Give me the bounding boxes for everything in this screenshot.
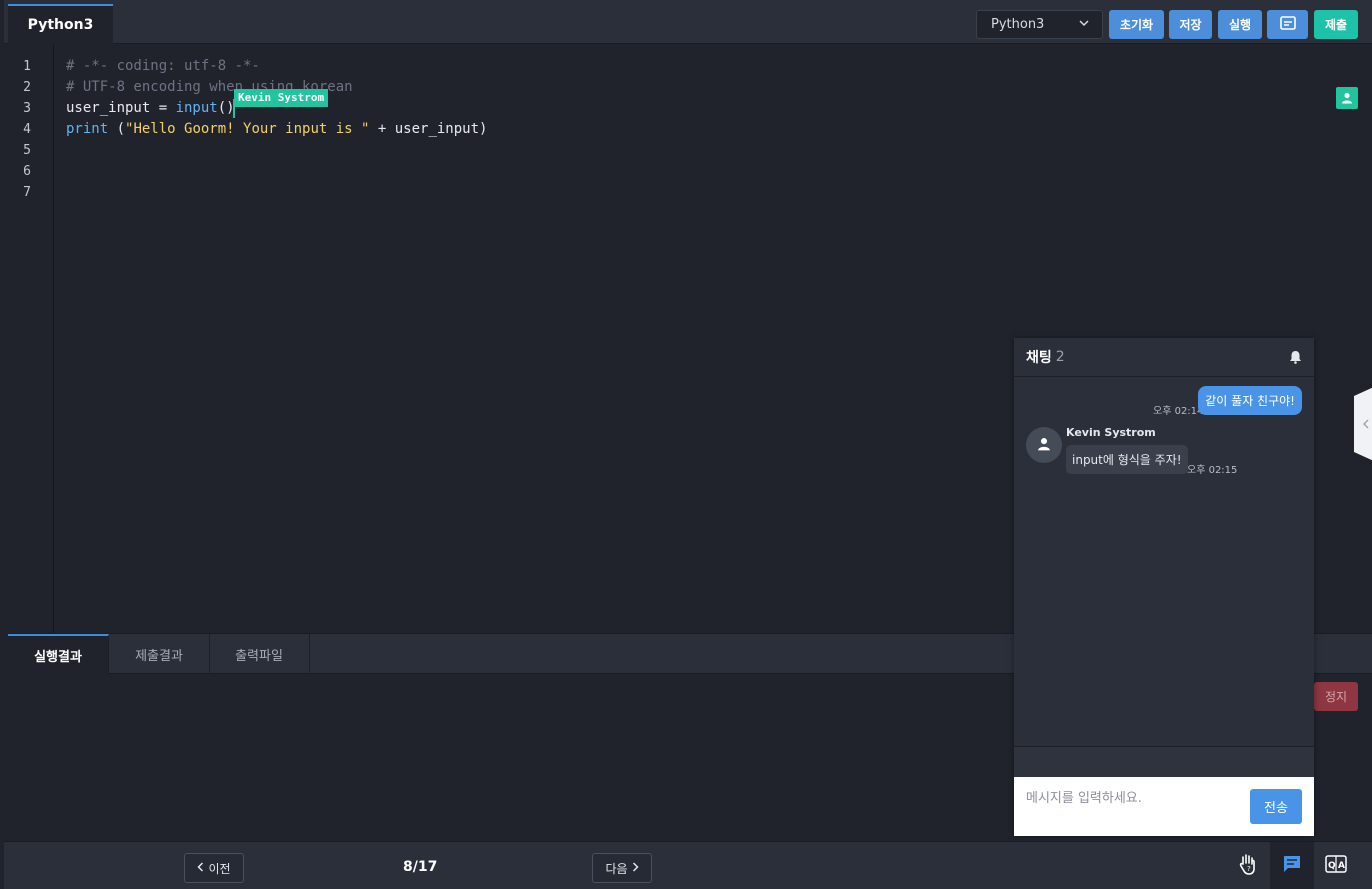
user-icon <box>1037 436 1051 455</box>
message-sender: Kevin Systrom <box>1066 426 1156 439</box>
code-token: ( <box>108 121 126 137</box>
chat-panel: 채팅 2 오후 02:14 같이 풀자 친구야! Kevin Systrom i… <box>1014 338 1314 836</box>
chat-icon <box>1282 855 1302 877</box>
chat-count: 2 <box>1055 349 1065 365</box>
line-number: 7 <box>23 185 31 200</box>
message-time: 오후 02:14 <box>1153 406 1204 417</box>
chat-title: 채팅 <box>1026 350 1052 366</box>
chat-toggle-button[interactable] <box>1270 842 1314 889</box>
chevron-right-icon <box>632 861 639 875</box>
chat-message-other: input에 형식을 주자! <box>1066 445 1188 474</box>
line-number: 5 <box>23 143 31 158</box>
prev-label: 이전 <box>208 861 231 876</box>
language-select[interactable]: Python3 <box>976 10 1103 39</box>
line-number: 4 <box>23 122 31 137</box>
code-token: + user_input) <box>369 121 488 137</box>
avatar <box>1026 427 1062 463</box>
chat-header: 채팅 2 <box>1014 338 1314 377</box>
tab-submit-result[interactable]: 제출결과 <box>109 634 210 674</box>
ide-app: Python3 Python3 초기화 저장 실행 제출 1 2 3 4 5 6… <box>0 0 1372 889</box>
svg-text:?: ? <box>1247 865 1251 873</box>
remote-cursor-label: Kevin Systrom <box>234 89 329 107</box>
code-token: user_input = <box>66 100 176 116</box>
bell-icon[interactable] <box>1289 350 1302 368</box>
chevron-left-icon <box>197 861 204 875</box>
chat-input-placeholder[interactable]: 메시지를 입력하세요. <box>1026 787 1142 806</box>
chat-message-mine: 같이 풀자 친구야! <box>1198 386 1302 415</box>
chat-input-area[interactable]: 메시지를 입력하세요. 전송 <box>1014 777 1314 836</box>
chevron-down-icon <box>1079 18 1089 31</box>
tab-run-result[interactable]: 실행결과 <box>8 634 109 674</box>
next-label: 다음 <box>605 861 628 876</box>
message-time: 오후 02:15 <box>1187 465 1238 476</box>
line-number: 1 <box>23 59 31 74</box>
collaborator-avatar[interactable] <box>1336 87 1358 109</box>
line-number: 3 <box>23 101 31 116</box>
qa-button[interactable]: QA <box>1314 842 1358 889</box>
chat-divider <box>1014 746 1314 777</box>
svg-text:A: A <box>1338 861 1345 871</box>
side-panel-toggle[interactable] <box>1354 386 1372 462</box>
code-token-string: "Hello Goorm! Your input is " <box>125 121 370 137</box>
line-number: 2 <box>23 80 31 95</box>
top-bar: Python3 Python3 초기화 저장 실행 제출 <box>4 0 1372 44</box>
code-token-fn: input <box>175 100 218 116</box>
stop-button[interactable]: 정지 <box>1314 682 1358 711</box>
raise-hand-button[interactable]: ? <box>1226 842 1270 889</box>
submit-button[interactable]: 제출 <box>1314 10 1358 39</box>
line-number: 6 <box>23 164 31 179</box>
hand-question-icon: ? <box>1239 853 1257 879</box>
prev-button[interactable]: 이전 <box>184 853 244 883</box>
language-select-value: Python3 <box>991 17 1045 32</box>
code-line-3[interactable]: user_input = input() <box>66 100 235 116</box>
code-line-1[interactable]: # -*- coding: utf-8 -*- <box>66 58 260 74</box>
reset-button[interactable]: 초기화 <box>1109 10 1164 39</box>
svg-text:Q: Q <box>1328 861 1336 871</box>
file-tab[interactable]: Python3 <box>8 4 113 44</box>
next-button[interactable]: 다음 <box>592 853 652 883</box>
layout-button[interactable] <box>1267 10 1308 39</box>
code-line-4[interactable]: print ("Hello Goorm! Your input is " + u… <box>66 121 487 137</box>
send-button[interactable]: 전송 <box>1250 789 1302 824</box>
page-indicator: 8/17 <box>403 859 438 875</box>
save-button[interactable]: 저장 <box>1169 10 1212 39</box>
footer-bar: 이전 8/17 다음 ? QA <box>4 841 1372 889</box>
tab-output-files[interactable]: 출력파일 <box>209 634 310 674</box>
code-token-fn: print <box>66 121 109 137</box>
run-button[interactable]: 실행 <box>1218 10 1262 39</box>
user-icon <box>1341 89 1353 108</box>
line-gutter: 1 2 3 4 5 6 7 <box>8 45 54 633</box>
window-icon <box>1279 16 1296 33</box>
qa-icon: QA <box>1325 855 1347 877</box>
